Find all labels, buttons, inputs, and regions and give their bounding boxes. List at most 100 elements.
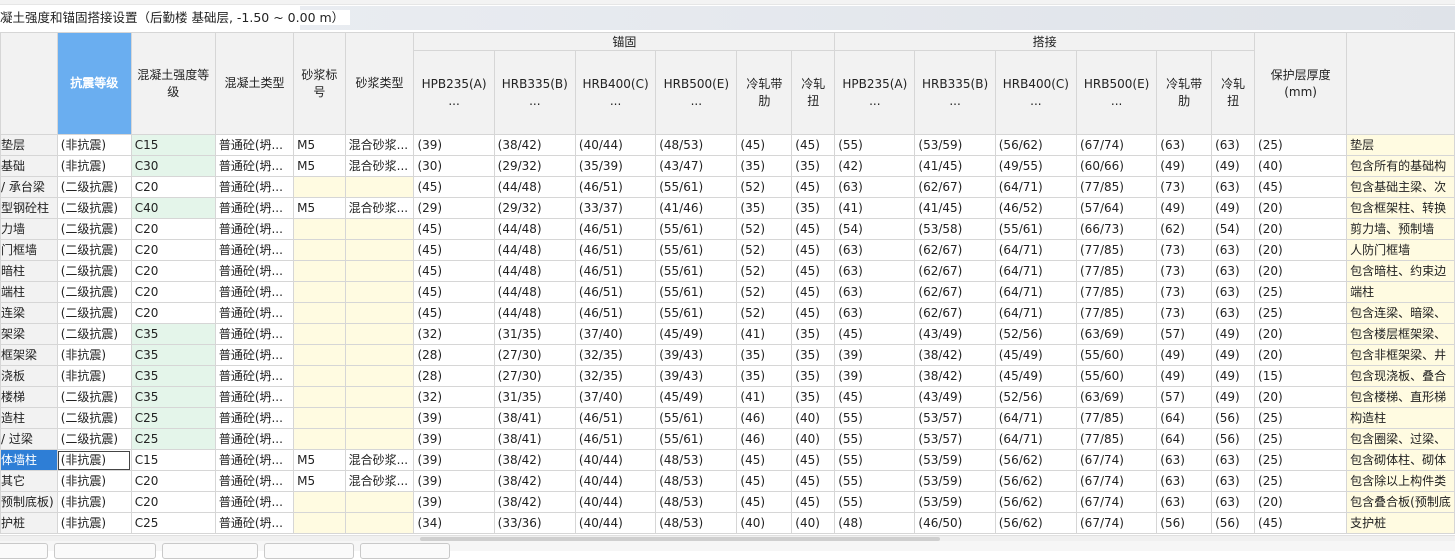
anchor-cell[interactable]: (55/61) xyxy=(655,407,738,429)
lap-cell[interactable]: (64) xyxy=(1156,407,1213,429)
mortar-type-cell[interactable]: 混合砂浆... xyxy=(344,197,415,219)
lap-cell[interactable]: (63) xyxy=(1211,449,1256,471)
lap-cell[interactable]: (53/59) xyxy=(914,491,996,513)
anchor-cell[interactable]: (46/51) xyxy=(574,281,657,303)
mortar-type-cell[interactable] xyxy=(344,344,415,366)
anchor-cell[interactable]: (41) xyxy=(736,323,793,345)
anchor-cell[interactable]: (45) xyxy=(791,239,836,261)
table-row[interactable]: 力墙 (二级抗震) C20 普通砼(坍... (45) (44/48) (46/51) (55… xyxy=(0,218,1455,240)
lap-cell[interactable]: (64/71) xyxy=(994,428,1078,450)
lap-cell[interactable]: (53/57) xyxy=(914,428,996,450)
lap-cell[interactable]: (63) xyxy=(1211,281,1256,303)
mortar-grade-cell[interactable] xyxy=(293,239,346,261)
cover-cell[interactable]: (45) xyxy=(1254,176,1348,198)
anchor-cell[interactable]: (41/46) xyxy=(655,197,738,219)
mortar-grade-cell[interactable]: M5 xyxy=(293,134,346,156)
lap-cell[interactable]: (55/60) xyxy=(1075,344,1158,366)
col-header-lap-0[interactable]: HPB235(A)... xyxy=(834,50,916,135)
lap-cell[interactable]: (57) xyxy=(1156,386,1213,408)
anchor-cell[interactable]: (32) xyxy=(413,386,495,408)
lap-cell[interactable]: (49) xyxy=(1211,197,1256,219)
col-header-lap-4[interactable]: 冷轧带肋 xyxy=(1156,50,1213,135)
concrete-type-cell[interactable]: 普通砼(坍... xyxy=(214,323,295,345)
lap-cell[interactable]: (45) xyxy=(834,323,916,345)
concrete-grade-cell[interactable]: C20 xyxy=(130,281,216,303)
lap-cell[interactable]: (63) xyxy=(834,281,916,303)
mortar-grade-cell[interactable] xyxy=(293,302,346,324)
lap-cell[interactable]: (64/71) xyxy=(994,239,1078,261)
lap-cell[interactable]: (53/58) xyxy=(914,218,996,240)
lap-cell[interactable]: (63) xyxy=(1156,491,1213,513)
lap-cell[interactable]: (41/45) xyxy=(914,197,996,219)
cover-cell[interactable]: (20) xyxy=(1254,239,1348,261)
mortar-type-cell[interactable] xyxy=(344,323,415,345)
row-name[interactable]: 垫层 xyxy=(0,134,58,156)
anchor-cell[interactable]: (40) xyxy=(736,512,793,534)
note-cell[interactable]: 包含连梁、暗梁、 xyxy=(1346,302,1455,324)
lap-cell[interactable]: (73) xyxy=(1156,176,1213,198)
anchor-cell[interactable]: (35) xyxy=(736,197,793,219)
lap-cell[interactable]: (63) xyxy=(1156,470,1213,492)
table-row[interactable]: 端柱 (二级抗震) C20 普通砼(坍... (45) (44/48) (46/51) (55… xyxy=(0,281,1455,303)
lap-cell[interactable]: (49) xyxy=(1211,386,1256,408)
cover-cell[interactable]: (20) xyxy=(1254,260,1348,282)
lap-cell[interactable]: (55/61) xyxy=(994,218,1078,240)
table-row[interactable]: 连梁 (二级抗震) C20 普通砼(坍... (45) (44/48) (46/51) (55… xyxy=(0,302,1455,324)
concrete-grade-cell[interactable]: C35 xyxy=(130,365,216,387)
concrete-grade-cell[interactable]: C25 xyxy=(130,428,216,450)
seismic-cell[interactable]: (二级抗震) xyxy=(56,260,132,282)
mortar-type-cell[interactable] xyxy=(344,491,415,513)
concrete-type-cell[interactable]: 普通砼(坍... xyxy=(214,386,295,408)
mortar-grade-cell[interactable] xyxy=(293,365,346,387)
mortar-grade-cell[interactable] xyxy=(293,323,346,345)
concrete-type-cell[interactable]: 普通砼(坍... xyxy=(214,344,295,366)
anchor-cell[interactable]: (38/41) xyxy=(493,428,576,450)
seismic-cell[interactable]: (非抗震) xyxy=(56,155,132,177)
concrete-type-cell[interactable]: 普通砼(坍... xyxy=(214,218,295,240)
lap-cell[interactable]: (63) xyxy=(1211,239,1256,261)
cover-cell[interactable]: (40) xyxy=(1254,155,1348,177)
mortar-grade-cell[interactable] xyxy=(293,386,346,408)
footer-button-2[interactable] xyxy=(54,543,156,559)
col-header-anchor-0[interactable]: HPB235(A)... xyxy=(413,50,495,135)
lap-cell[interactable]: (63) xyxy=(834,176,916,198)
lap-cell[interactable]: (77/85) xyxy=(1075,239,1158,261)
concrete-grade-cell[interactable]: C20 xyxy=(130,491,216,513)
anchor-cell[interactable]: (45) xyxy=(791,281,836,303)
anchor-cell[interactable]: (44/48) xyxy=(493,239,576,261)
col-header-anchor-1[interactable]: HRB335(B)... xyxy=(493,50,576,135)
lap-cell[interactable]: (62/67) xyxy=(914,239,996,261)
mortar-grade-cell[interactable]: M5 xyxy=(293,470,346,492)
mortar-grade-cell[interactable] xyxy=(293,176,346,198)
mortar-type-cell[interactable] xyxy=(344,365,415,387)
note-cell[interactable]: 端柱 xyxy=(1346,281,1455,303)
mortar-type-cell[interactable]: 混合砂浆... xyxy=(344,155,415,177)
lap-cell[interactable]: (49) xyxy=(1156,365,1213,387)
anchor-cell[interactable]: (55/61) xyxy=(655,260,738,282)
table-row[interactable]: 架梁 (二级抗震) C35 普通砼(坍... (32) (31/35) (37/40) (45… xyxy=(0,323,1455,345)
lap-cell[interactable]: (56) xyxy=(1156,512,1213,534)
seismic-cell[interactable]: (非抗震) xyxy=(56,470,132,492)
note-cell[interactable]: 构造柱 xyxy=(1346,407,1455,429)
col-header-lap-2[interactable]: HRB400(C)... xyxy=(994,50,1078,135)
lap-cell[interactable]: (64/71) xyxy=(994,281,1078,303)
seismic-cell[interactable]: (非抗震) xyxy=(56,491,132,513)
table-row[interactable]: 楼梯 (二级抗震) C35 普通砼(坍... (32) (31/35) (37/40) (45… xyxy=(0,386,1455,408)
anchor-cell[interactable]: (46/51) xyxy=(574,218,657,240)
note-cell[interactable]: 包含除以上构件类 xyxy=(1346,470,1455,492)
lap-cell[interactable]: (63) xyxy=(1156,449,1213,471)
anchor-cell[interactable]: (45) xyxy=(791,491,836,513)
row-name[interactable]: 楼梯 xyxy=(0,386,58,408)
anchor-cell[interactable]: (38/42) xyxy=(493,449,576,471)
anchor-cell[interactable]: (33/37) xyxy=(574,197,657,219)
anchor-cell[interactable]: (46/51) xyxy=(574,260,657,282)
cover-cell[interactable]: (20) xyxy=(1254,323,1348,345)
table-row[interactable]: 造柱 (二级抗震) C25 普通砼(坍... (39) (38/41) (46/51) (55… xyxy=(0,407,1455,429)
anchor-cell[interactable]: (44/48) xyxy=(493,281,576,303)
concrete-type-cell[interactable]: 普通砼(坍... xyxy=(214,449,295,471)
seismic-cell[interactable]: (非抗震) xyxy=(56,512,132,534)
anchor-cell[interactable]: (52) xyxy=(736,302,793,324)
lap-cell[interactable]: (43/49) xyxy=(914,323,996,345)
lap-cell[interactable]: (56/62) xyxy=(994,470,1078,492)
concrete-grade-cell[interactable]: C20 xyxy=(130,470,216,492)
